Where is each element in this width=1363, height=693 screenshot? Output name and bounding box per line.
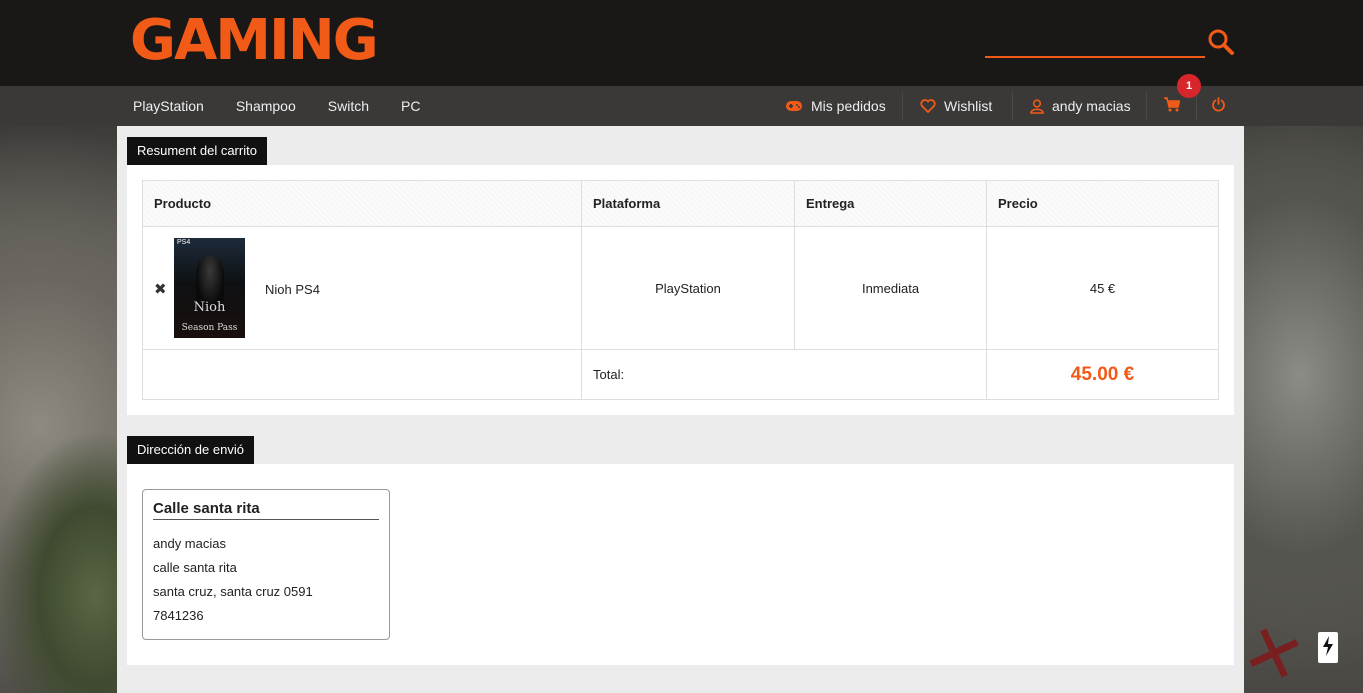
power-icon: [1211, 97, 1226, 115]
user-menu: Mis pedidos Wishlist andy macias: [0, 86, 1363, 126]
address-title: Calle santa rita: [153, 500, 379, 520]
wishlist-label: Wishlist: [944, 98, 993, 114]
table-row: ✖ PS4 Nioh Season Pass Nioh PS4 PlayStat…: [142, 226, 1219, 350]
site-logo[interactable]: GAMING: [130, 8, 379, 74]
cart-icon: [1164, 97, 1181, 115]
nav-divider: [1146, 92, 1147, 120]
platform-cell: PlayStation: [581, 226, 795, 350]
cover-subtitle: Season Pass: [181, 323, 238, 333]
logout-button[interactable]: [1211, 86, 1226, 126]
total-row: Total: 45.00 €: [142, 349, 1219, 400]
main-nav: PlayStation Shampoo Switch PC Mis pedido…: [0, 86, 1363, 126]
main-content: Resument del carrito Producto Plataforma…: [117, 126, 1244, 693]
orders-link[interactable]: Mis pedidos: [785, 86, 886, 126]
header-price: Precio: [986, 180, 1219, 227]
cart-count-badge: 1: [1177, 74, 1201, 98]
cart-table: Producto Plataforma Entrega Precio ✖ PS4…: [142, 180, 1219, 400]
user-link[interactable]: andy macias: [1030, 86, 1131, 126]
wishlist-link[interactable]: Wishlist: [920, 86, 992, 126]
cover-title: Nioh: [193, 300, 226, 315]
address-name: andy macias: [153, 536, 226, 551]
cart-summary-card: Producto Plataforma Entrega Precio ✖ PS4…: [127, 165, 1234, 415]
close-icon[interactable]: ✖: [154, 282, 168, 297]
user-icon: [1030, 98, 1044, 114]
cart-button[interactable]: [1164, 86, 1181, 126]
delivery-cell: Inmediata: [794, 226, 987, 350]
header-delivery: Entrega: [794, 180, 987, 227]
cover-figure: [196, 256, 224, 306]
shipping-card: Calle santa rita andy macias calle santa…: [127, 464, 1234, 665]
product-image[interactable]: PS4 Nioh Season Pass: [174, 238, 245, 338]
search-icon[interactable]: [1207, 28, 1235, 56]
user-name: andy macias: [1052, 98, 1131, 114]
empty-cell: [142, 349, 582, 400]
product-name[interactable]: Nioh PS4: [265, 282, 320, 297]
total-label: Total:: [581, 349, 987, 400]
address-phone: 7841236: [153, 608, 204, 623]
nav-divider: [1196, 92, 1197, 120]
header-platform: Plataforma: [581, 180, 795, 227]
product-cell: ✖ PS4 Nioh Season Pass Nioh PS4: [142, 226, 582, 350]
heart-icon: [920, 99, 936, 113]
orders-label: Mis pedidos: [811, 98, 886, 114]
total-value: 45.00 €: [986, 349, 1219, 400]
nav-divider: [902, 92, 903, 120]
price-cell: 45 €: [986, 226, 1219, 350]
nav-divider: [1012, 92, 1013, 120]
table-header-row: Producto Plataforma Entrega Precio: [142, 180, 1219, 227]
header-product: Producto: [142, 180, 582, 227]
search-input[interactable]: [985, 30, 1205, 58]
bolt-icon: [1322, 636, 1334, 659]
quick-action-button[interactable]: [1318, 632, 1338, 663]
header: GAMING: [0, 0, 1363, 86]
cart-section-title: Resument del carrito: [127, 137, 267, 165]
address-card[interactable]: Calle santa rita andy macias calle santa…: [142, 489, 390, 640]
address-city: santa cruz, santa cruz 0591: [153, 584, 313, 599]
cover-platform-badge: PS4: [177, 239, 191, 246]
address-street: calle santa rita: [153, 560, 237, 575]
gamepad-icon: [785, 100, 803, 112]
shipping-section-title: Dirección de envió: [127, 436, 254, 464]
